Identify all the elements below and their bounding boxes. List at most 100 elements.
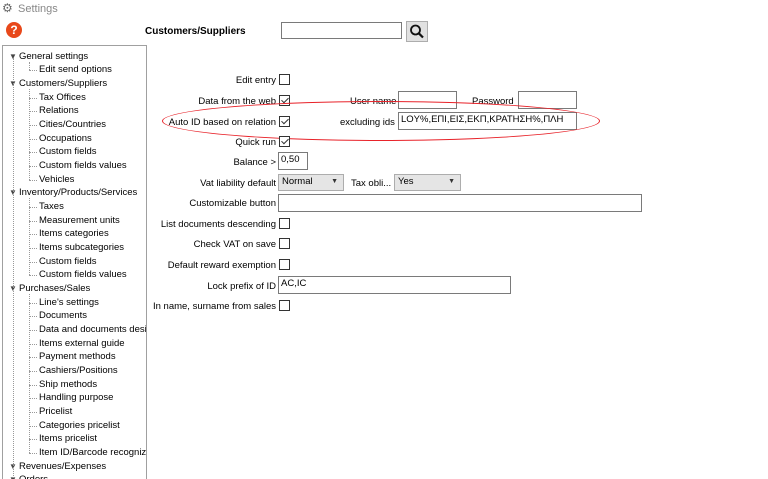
tree-connector [29, 207, 37, 208]
chevron-down-icon[interactable]: ▼ [9, 50, 19, 63]
tree-connector [29, 152, 37, 153]
title-bar: ⚙ Settings [0, 0, 768, 18]
tree-connector [29, 139, 37, 140]
tax-obligation-label: Tax obli... [351, 178, 392, 189]
tree-item-label: Purchases/Sales [19, 283, 91, 294]
tree-connector [29, 89, 30, 180]
tree-connector [29, 111, 37, 112]
tree-item-label: Item ID/Barcode recognize [39, 447, 147, 458]
chevron-down-icon[interactable]: ▼ [9, 282, 19, 295]
tree-group[interactable]: ▼ Revenues/Expenses [9, 460, 106, 473]
tree-item-label: Edit send options [39, 64, 112, 75]
tree-item[interactable]: Custom fields values [39, 159, 127, 172]
search-input[interactable] [281, 22, 402, 39]
tree-connector [29, 248, 37, 249]
in-name-surname-label: In name, surname from sales [152, 301, 276, 312]
tree-connector [29, 344, 37, 345]
lock-prefix-input[interactable]: AC,IC [278, 276, 511, 294]
tree-item-label: Custom fields [39, 256, 97, 267]
tree-connector [29, 426, 37, 427]
highlight-ellipse [162, 101, 600, 141]
chevron-down-icon[interactable]: ▼ [9, 186, 19, 199]
tree-item[interactable]: Custom fields values [39, 268, 127, 281]
tree-item-label: Relations [39, 105, 79, 116]
tree-item[interactable]: Handling purpose [39, 391, 113, 404]
chevron-down-icon: ▼ [331, 178, 338, 185]
tree-item[interactable]: Categories pricelist [39, 419, 120, 432]
tree-item-label: Measurement units [39, 215, 120, 226]
tree-item[interactable]: Items pricelist [39, 432, 97, 445]
vat-liability-label: Vat liability default [200, 178, 276, 189]
tree-item[interactable]: Items subcategories [39, 241, 124, 254]
customizable-button-label: Customizable button [189, 198, 276, 209]
tree-item-label: General settings [19, 51, 89, 62]
tree-item[interactable]: Occupations [39, 132, 92, 145]
check-vat-checkbox[interactable] [279, 238, 290, 249]
default-reward-label: Default reward exemption [167, 260, 276, 271]
tree-item[interactable]: Taxes [39, 200, 64, 213]
tax-obligation-value: Yes [398, 176, 414, 187]
tree-connector [29, 385, 37, 386]
settings-tree[interactable]: ▼ General settings Edit send options ▼ Custo… [2, 45, 147, 479]
tree-item[interactable]: Edit send options [39, 63, 112, 76]
tree-item[interactable]: Cashiers/Positions [39, 364, 118, 377]
tree-item[interactable]: Line's settings [39, 296, 99, 309]
tree-item[interactable]: Custom fields [39, 255, 97, 268]
tree-connector [29, 453, 37, 454]
tree-connector [29, 70, 37, 71]
tree-item[interactable]: Pricelist [39, 405, 72, 418]
tree-group[interactable]: ▼ Purchases/Sales [9, 282, 90, 295]
chevron-down-icon[interactable]: ▼ [9, 77, 19, 90]
chevron-down-icon[interactable]: ▼ [9, 473, 19, 479]
balance-input[interactable]: 0,50 [278, 152, 308, 170]
tree-item-label: Items pricelist [39, 433, 98, 444]
chevron-down-icon[interactable]: ▼ [9, 460, 19, 473]
tree-item[interactable]: Cities/Countries [39, 118, 106, 131]
tree-item-label: Payment methods [39, 351, 116, 362]
tree-item[interactable]: Item ID/Barcode recognize [39, 446, 147, 459]
default-reward-checkbox[interactable] [279, 259, 290, 270]
tree-item[interactable]: Relations [39, 104, 79, 117]
tree-connector [29, 166, 37, 167]
tree-item-label: Customers/Suppliers [19, 78, 108, 89]
tree-connector [29, 198, 30, 275]
tree-item[interactable]: Payment methods [39, 350, 116, 363]
tree-item[interactable]: Measurement units [39, 214, 120, 227]
customizable-button-input[interactable] [278, 194, 642, 212]
help-icon[interactable]: ? [6, 22, 22, 38]
tree-item[interactable]: Documents [39, 309, 87, 322]
tax-obligation-select[interactable]: Yes ▼ [394, 174, 461, 191]
list-docs-desc-checkbox[interactable] [279, 218, 290, 229]
gear-icon: ⚙ [2, 1, 13, 15]
tree-item[interactable]: Ship methods [39, 378, 97, 391]
tree-connector [29, 371, 37, 372]
tree-connector [29, 98, 37, 99]
tree-item[interactable]: Vehicles [39, 173, 74, 186]
tree-group[interactable]: ▼Orders [9, 473, 48, 479]
tree-connector [29, 439, 37, 440]
tree-connector [29, 180, 37, 181]
tree-connector [29, 125, 37, 126]
edit-entry-checkbox[interactable] [279, 74, 290, 85]
tree-item[interactable]: Items external guide [39, 337, 125, 350]
in-name-surname-checkbox[interactable] [279, 300, 290, 311]
section-title: Customers/Suppliers [145, 26, 246, 37]
tree-group[interactable]: ▼ General settings [9, 50, 88, 63]
tree-group[interactable]: ▼ Customers/Suppliers [9, 77, 107, 90]
tree-item-label: Custom fields values [39, 269, 127, 280]
tree-item-label: Custom fields [39, 146, 97, 157]
quick-run-label: Quick run [235, 137, 276, 148]
tree-item-label: Categories pricelist [39, 420, 120, 431]
quick-run-checkbox[interactable] [279, 136, 290, 147]
tree-item[interactable]: Data and documents desi [39, 323, 146, 336]
check-vat-label: Check VAT on save [193, 239, 276, 250]
tree-connector [29, 330, 37, 331]
search-button[interactable] [406, 21, 428, 42]
vat-liability-select[interactable]: Normal ▼ [278, 174, 344, 191]
tree-item[interactable]: Tax Offices [39, 91, 86, 104]
tree-item[interactable]: Custom fields [39, 145, 97, 158]
tree-item[interactable]: Items categories [39, 227, 109, 240]
search-icon [410, 24, 424, 39]
tree-item-label: Vehicles [39, 174, 75, 185]
tree-connector [29, 398, 37, 399]
